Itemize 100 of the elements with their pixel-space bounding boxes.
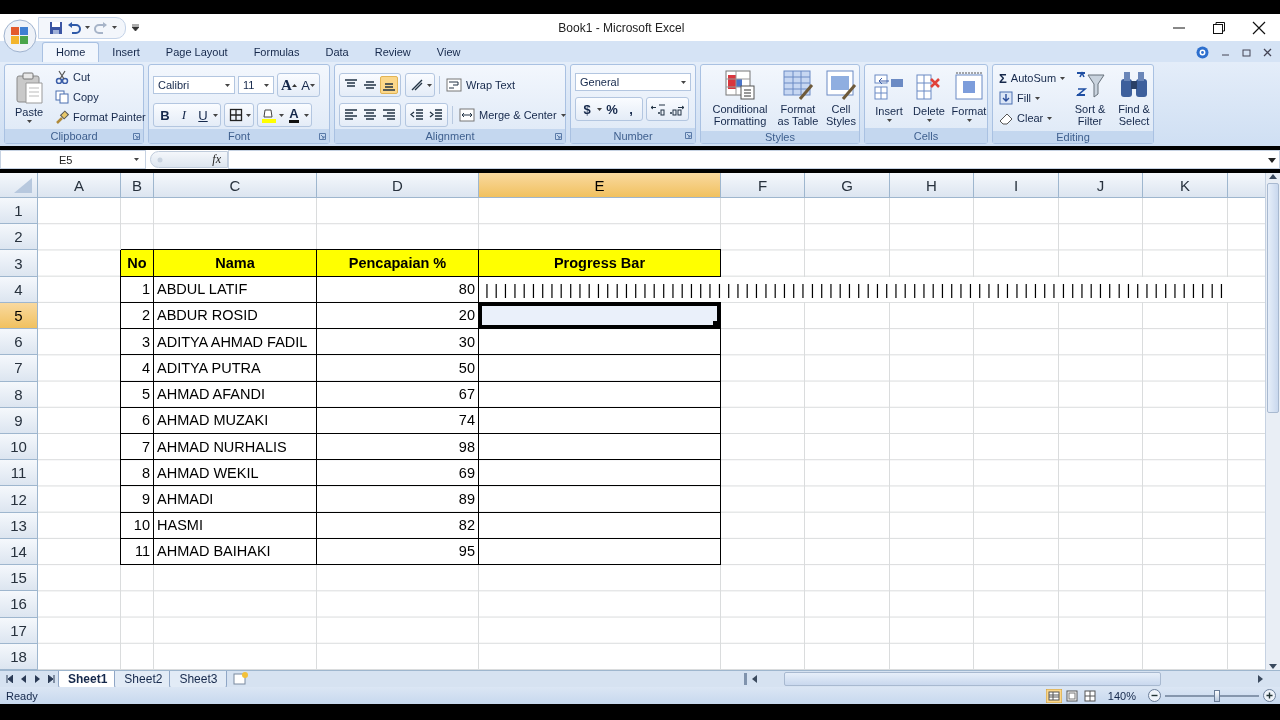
row-header[interactable]: 1 bbox=[0, 198, 38, 225]
column-header[interactable]: H bbox=[890, 173, 974, 198]
toolbar-button[interactable] bbox=[227, 106, 245, 124]
formula-input[interactable] bbox=[228, 150, 1280, 169]
last-sheet-icon[interactable] bbox=[48, 675, 55, 683]
toolbar-button[interactable]: I bbox=[175, 106, 193, 124]
ribbon-button[interactable]: Format bbox=[949, 69, 989, 124]
split-handle-icon[interactable] bbox=[744, 672, 747, 685]
toolbar-button[interactable]: B bbox=[156, 106, 174, 124]
ribbon-button[interactable]: Paste bbox=[9, 69, 49, 125]
row-header[interactable]: 2 bbox=[0, 224, 38, 251]
down-arrow-icon[interactable] bbox=[1269, 662, 1277, 670]
vertical-scrollbar[interactable] bbox=[1265, 173, 1280, 670]
ribbon-button[interactable]: Insert bbox=[869, 69, 909, 124]
toolbar-button[interactable]: % bbox=[603, 100, 621, 118]
ribbon-button[interactable]: Σ AutoSum bbox=[997, 68, 1068, 88]
column-header[interactable]: D bbox=[317, 173, 479, 198]
ribbon-button[interactable]: Clear bbox=[997, 108, 1068, 128]
undo-icon[interactable] bbox=[67, 20, 81, 35]
save-icon[interactable] bbox=[49, 20, 63, 35]
row-header[interactable]: 16 bbox=[0, 591, 38, 618]
restore-icon[interactable] bbox=[1212, 20, 1226, 35]
column-header[interactable]: F bbox=[721, 173, 805, 198]
dialog-launcher-icon[interactable] bbox=[555, 133, 562, 140]
row-header[interactable]: 9 bbox=[0, 407, 38, 434]
zoom-out-icon[interactable] bbox=[1148, 689, 1161, 702]
row-header[interactable]: 14 bbox=[0, 538, 38, 566]
toolbar-button[interactable]: $ bbox=[578, 100, 596, 118]
ribbon-tab[interactable]: Home bbox=[42, 42, 100, 62]
ribbon-button[interactable]: Format as Table bbox=[775, 67, 821, 129]
expand-icon[interactable] bbox=[1268, 155, 1276, 164]
row-header[interactable]: 4 bbox=[0, 276, 38, 303]
row-header[interactable]: 3 bbox=[0, 250, 38, 277]
ribbon-button[interactable]: Cut bbox=[53, 67, 148, 87]
row-header[interactable]: 5 bbox=[0, 302, 38, 330]
column-header[interactable]: G bbox=[805, 173, 890, 198]
ribbon-tab[interactable]: View bbox=[423, 43, 474, 62]
ribbon-button[interactable]: Wrap Text bbox=[444, 75, 518, 95]
close-icon[interactable] bbox=[1263, 48, 1272, 57]
left-arrow-icon[interactable] bbox=[751, 674, 758, 683]
previous-sheet-icon[interactable] bbox=[20, 675, 27, 683]
ribbon-tab[interactable]: Page Layout bbox=[152, 43, 241, 62]
row-header[interactable]: 11 bbox=[0, 460, 38, 487]
row-header[interactable]: 13 bbox=[0, 512, 38, 539]
caret-icon bbox=[560, 113, 566, 117]
row-header[interactable]: 6 bbox=[0, 329, 38, 356]
row-header[interactable]: 12 bbox=[0, 486, 38, 513]
next-sheet-icon[interactable] bbox=[34, 675, 41, 683]
insert-function-button[interactable]: fx bbox=[212, 152, 221, 167]
toolbar-button[interactable]: U bbox=[194, 106, 212, 124]
up-arrow-icon[interactable] bbox=[1269, 173, 1277, 181]
row-header[interactable]: 15 bbox=[0, 565, 38, 592]
font-name-field[interactable]: Calibri bbox=[153, 76, 235, 94]
ribbon-button[interactable]: Copy bbox=[53, 87, 148, 107]
decrease-indent-icon bbox=[410, 109, 424, 121]
dialog-launcher-icon[interactable] bbox=[685, 132, 692, 139]
help-icon[interactable] bbox=[1196, 46, 1209, 59]
row-header[interactable]: 17 bbox=[0, 617, 38, 644]
column-header[interactable]: E bbox=[479, 173, 721, 198]
right-arrow-icon[interactable] bbox=[1257, 674, 1264, 683]
name-box[interactable]: E5 bbox=[0, 150, 146, 169]
ribbon-button[interactable]: Merge & Center bbox=[457, 105, 568, 125]
ribbon-button[interactable]: Sort & Filter bbox=[1069, 67, 1112, 129]
ribbon-button[interactable]: Delete bbox=[909, 69, 949, 124]
column-header[interactable]: I bbox=[974, 173, 1059, 198]
page-layout-view-icon[interactable] bbox=[1063, 688, 1080, 703]
slider-thumb[interactable] bbox=[1213, 689, 1220, 702]
column-header[interactable]: B bbox=[121, 173, 154, 198]
dialog-launcher-icon[interactable] bbox=[133, 133, 140, 140]
close-icon[interactable] bbox=[1252, 20, 1266, 35]
ribbon-tab[interactable]: Review bbox=[361, 43, 424, 62]
zoom-level[interactable]: 140% bbox=[1107, 689, 1136, 702]
dialog-launcher-icon[interactable] bbox=[319, 133, 326, 140]
ribbon-tab[interactable]: Formulas bbox=[240, 43, 313, 62]
ribbon-tab[interactable]: Insert bbox=[99, 43, 153, 62]
ribbon-button[interactable]: Format Painter bbox=[53, 107, 148, 127]
row-header[interactable]: 8 bbox=[0, 381, 38, 408]
zoom-in-icon[interactable] bbox=[1263, 689, 1276, 702]
column-header[interactable]: J bbox=[1059, 173, 1143, 198]
ribbon-tab[interactable]: Data bbox=[312, 43, 362, 62]
number-format-field[interactable]: General bbox=[575, 73, 691, 91]
ribbon-button[interactable]: Conditional Formatting bbox=[705, 67, 775, 129]
toolbar-button[interactable]: A bbox=[280, 76, 298, 94]
column-header[interactable]: C bbox=[154, 173, 317, 198]
column-header[interactable]: A bbox=[38, 173, 121, 198]
customize-toolbar-icon[interactable] bbox=[132, 24, 139, 31]
caret-icon bbox=[264, 83, 269, 87]
first-sheet-icon[interactable] bbox=[6, 675, 13, 683]
page-break-view-icon[interactable] bbox=[1081, 688, 1098, 703]
ribbon-button[interactable]: Cell Styles bbox=[821, 67, 861, 129]
ribbon-button[interactable]: Fill bbox=[997, 88, 1068, 108]
column-header[interactable]: K bbox=[1143, 173, 1228, 198]
toolbar-button[interactable]: A bbox=[299, 76, 317, 94]
row-header[interactable]: 7 bbox=[0, 355, 38, 382]
toolbar-button[interactable]: , bbox=[622, 100, 640, 118]
row-header[interactable]: 10 bbox=[0, 433, 38, 461]
ribbon-button[interactable]: Find & Select bbox=[1113, 67, 1156, 129]
font-size-field[interactable]: 11 bbox=[238, 76, 274, 94]
row-header[interactable]: 18 bbox=[0, 643, 38, 670]
normal-view-icon[interactable] bbox=[1045, 688, 1062, 703]
